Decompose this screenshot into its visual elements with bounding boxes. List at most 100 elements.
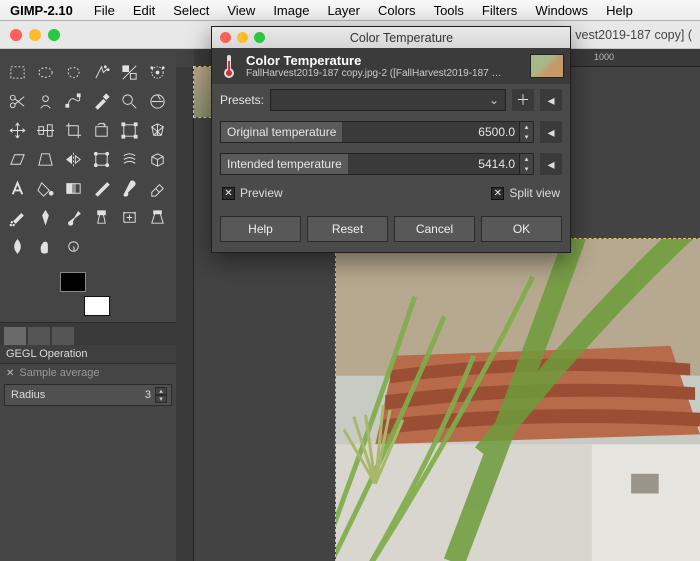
dialog-zoom-button[interactable] (254, 32, 265, 43)
scissors-select-icon[interactable] (144, 59, 171, 86)
align-icon[interactable] (32, 117, 59, 144)
perspective-icon[interactable] (32, 146, 59, 173)
dialog-minimize-button[interactable] (237, 32, 248, 43)
images-tab[interactable] (52, 327, 74, 345)
blur-icon[interactable] (4, 233, 31, 260)
move-icon[interactable] (4, 117, 31, 144)
paintbrush-icon[interactable] (116, 175, 143, 202)
radius-stepper[interactable]: ▴▾ (155, 387, 167, 403)
free-select-icon[interactable] (60, 59, 87, 86)
tool-options-tabs (0, 322, 176, 345)
menu-image[interactable]: Image (264, 3, 318, 18)
original-temperature-slider[interactable]: Original temperature 6500.0 ▴▾ (220, 121, 534, 143)
crop-icon[interactable] (60, 117, 87, 144)
by-color-select-icon[interactable] (116, 59, 143, 86)
clone-icon[interactable] (88, 204, 115, 231)
ink-icon[interactable] (32, 204, 59, 231)
help-button[interactable]: Help (220, 216, 301, 242)
radius-label: Radius (11, 389, 45, 401)
reset-button[interactable]: Reset (307, 216, 388, 242)
preview-label: Preview (240, 186, 283, 200)
intended-temperature-value[interactable]: 5414.0 (474, 154, 519, 174)
tool-grid (0, 49, 176, 266)
menu-file[interactable]: File (85, 3, 124, 18)
scissors-icon[interactable] (4, 88, 31, 115)
intended-temperature-slider[interactable]: Intended temperature 5414.0 ▴▾ (220, 153, 534, 175)
ellipse-select-icon[interactable] (32, 59, 59, 86)
zoom-icon[interactable] (116, 88, 143, 115)
unified-transform-icon[interactable] (116, 117, 143, 144)
3d-transform-icon[interactable] (144, 146, 171, 173)
menu-colors[interactable]: Colors (369, 3, 425, 18)
text-icon[interactable] (4, 175, 31, 202)
sample-average-label: Sample average (19, 367, 99, 379)
app-name: GIMP-2.10 (0, 3, 85, 18)
original-reset-button[interactable]: ◂ (540, 121, 562, 143)
measure-icon[interactable] (144, 88, 171, 115)
intended-reset-button[interactable]: ◂ (540, 153, 562, 175)
smudge-icon[interactable] (32, 233, 59, 260)
shear-icon[interactable] (4, 146, 31, 173)
zoom-button[interactable] (48, 29, 60, 41)
gradient-icon[interactable] (60, 175, 87, 202)
rect-select-icon[interactable] (4, 59, 31, 86)
original-temperature-value[interactable]: 6500.0 (474, 122, 519, 142)
bg-color-swatch[interactable] (84, 296, 110, 316)
dialog-close-button[interactable] (220, 32, 231, 43)
presets-dropdown[interactable]: ⌄ (270, 89, 506, 111)
warp-icon[interactable] (116, 146, 143, 173)
cage-icon[interactable] (144, 117, 171, 144)
ok-button[interactable]: OK (481, 216, 562, 242)
menu-view[interactable]: View (218, 3, 264, 18)
foreground-select-icon[interactable] (32, 88, 59, 115)
splitview-checkbox[interactable]: ✕ (491, 187, 504, 200)
dialog-titlebar[interactable]: Color Temperature (212, 27, 570, 48)
mypaint-icon[interactable] (60, 204, 87, 231)
close-button[interactable] (10, 29, 22, 41)
color-temperature-dialog: Color Temperature Color Temperature Fall… (211, 26, 571, 253)
sample-average-row[interactable]: ✕ Sample average (0, 364, 176, 382)
paths-icon[interactable] (60, 88, 87, 115)
menu-filters[interactable]: Filters (473, 3, 526, 18)
cancel-button[interactable]: Cancel (394, 216, 475, 242)
menu-edit[interactable]: Edit (124, 3, 164, 18)
dodge-icon[interactable] (60, 233, 87, 260)
handle-transform-icon[interactable] (88, 146, 115, 173)
color-picker-icon[interactable] (88, 88, 115, 115)
preview-row: ✕ Preview ✕ Split view (212, 180, 570, 210)
eraser-icon[interactable] (144, 175, 171, 202)
tool-options-tab[interactable] (4, 327, 26, 345)
original-temperature-stepper[interactable]: ▴▾ (519, 122, 533, 142)
rotate-icon[interactable] (88, 117, 115, 144)
fg-bg-swatch[interactable] (60, 272, 110, 316)
fg-color-swatch[interactable] (60, 272, 86, 292)
menu-layer[interactable]: Layer (318, 3, 369, 18)
image-canvas[interactable] (336, 239, 700, 561)
device-status-tab[interactable] (28, 327, 50, 345)
minimize-button[interactable] (29, 29, 41, 41)
radius-row[interactable]: Radius 3 ▴▾ (4, 384, 172, 406)
add-preset-button[interactable]: ＋ (512, 89, 534, 111)
dialog-window-controls (212, 32, 273, 43)
perspective-clone-icon[interactable] (144, 204, 171, 231)
menu-tools[interactable]: Tools (425, 3, 473, 18)
dialog-image-thumbnail[interactable] (530, 54, 564, 78)
intended-temperature-stepper[interactable]: ▴▾ (519, 154, 533, 174)
heal-icon[interactable] (116, 204, 143, 231)
toolbox-panel: GEGL Operation ✕ Sample average Radius 3… (0, 49, 176, 561)
preset-menu-button[interactable]: ◂ (540, 89, 562, 111)
menu-select[interactable]: Select (164, 3, 218, 18)
airbrush-icon[interactable] (4, 204, 31, 231)
preview-checkbox[interactable]: ✕ (222, 187, 235, 200)
flip-icon[interactable] (60, 146, 87, 173)
intended-temperature-row: Intended temperature 5414.0 ▴▾ ◂ (212, 148, 570, 180)
menu-windows[interactable]: Windows (526, 3, 597, 18)
menu-help[interactable]: Help (597, 3, 642, 18)
pencil-icon[interactable] (88, 175, 115, 202)
ruler-tick: 1000 (594, 52, 614, 62)
dialog-button-row: Help Reset Cancel OK (212, 210, 570, 252)
close-icon[interactable]: ✕ (6, 368, 14, 379)
fuzzy-select-icon[interactable] (88, 59, 115, 86)
bucket-fill-icon[interactable] (32, 175, 59, 202)
presets-label: Presets: (220, 93, 264, 107)
